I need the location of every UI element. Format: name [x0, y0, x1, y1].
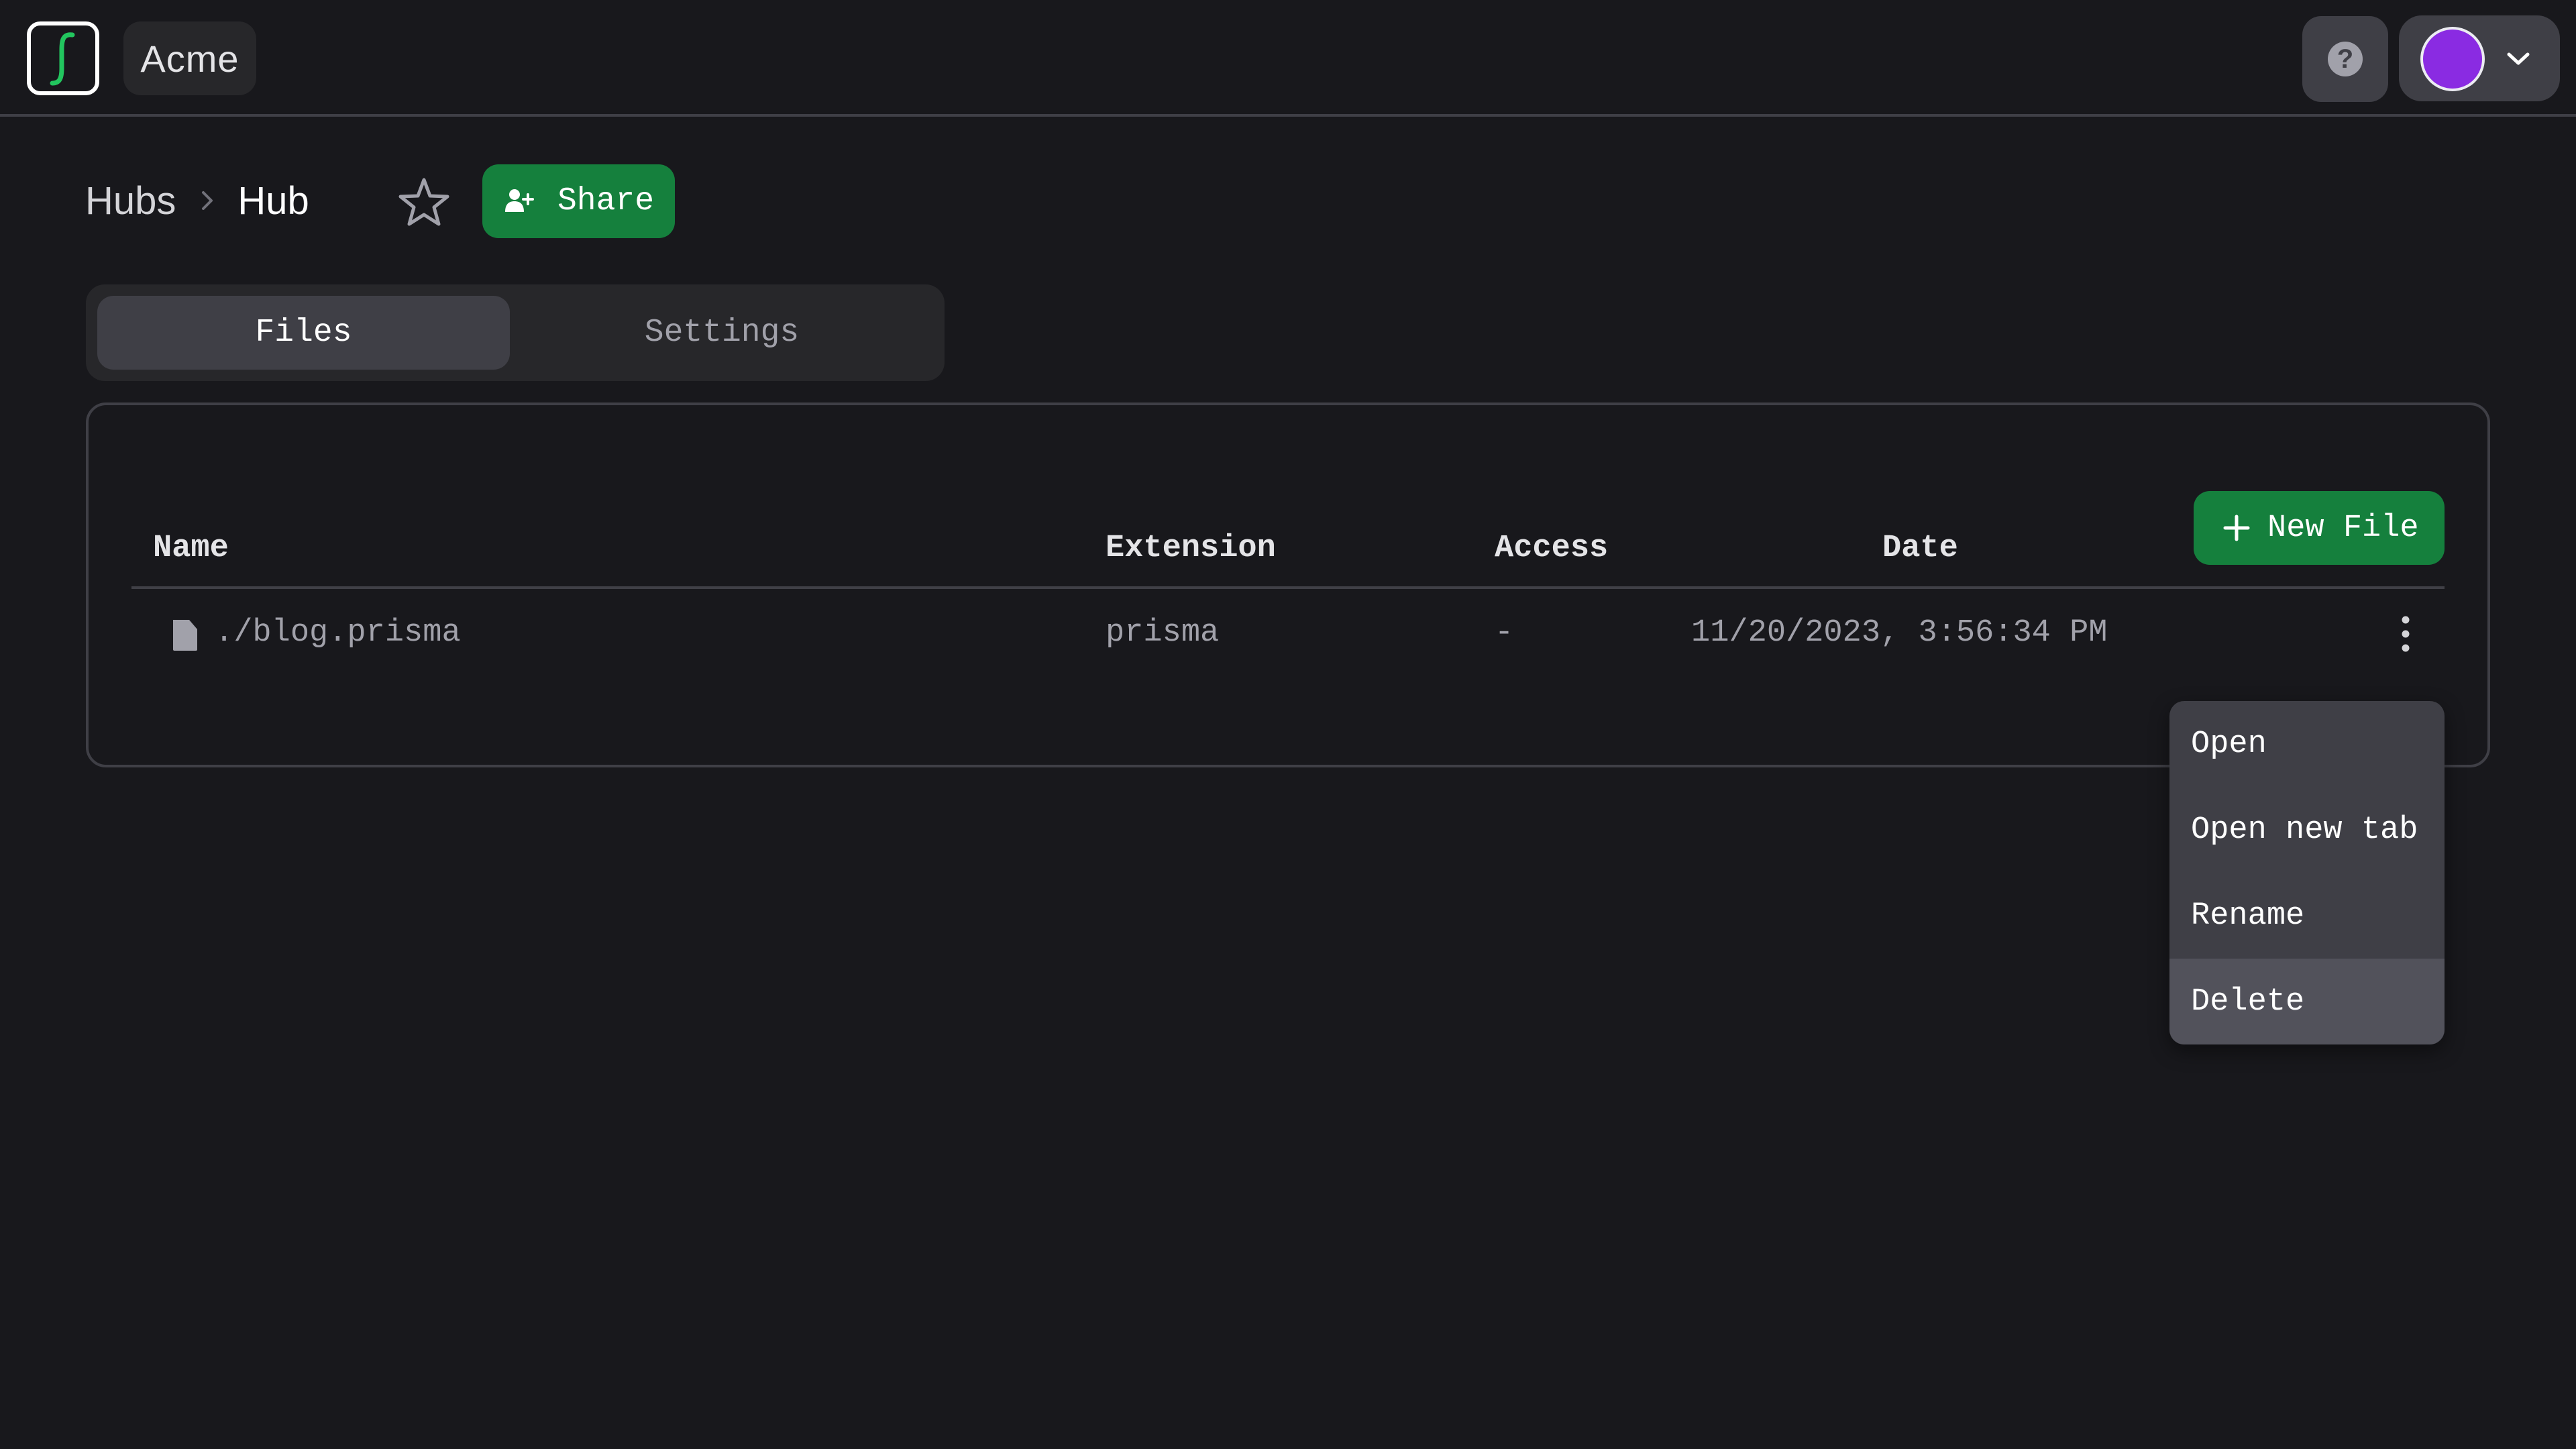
share-button-label: Share [557, 183, 655, 219]
files-table-card: Name Extension Access Date New File ./bl… [86, 402, 2490, 767]
share-button[interactable]: Share [482, 164, 675, 238]
column-header-extension: Extension [1106, 531, 1276, 566]
help-button[interactable]: ? [2302, 16, 2388, 102]
plus-icon [2223, 515, 2250, 541]
column-header-access: Access [1495, 531, 1609, 566]
menu-item-rename[interactable]: Rename [2169, 873, 2445, 959]
menu-item-delete[interactable]: Delete [2169, 959, 2445, 1044]
new-file-button[interactable]: New File [2194, 491, 2445, 565]
file-date: 11/20/2023, 3:56:34 PM [1691, 615, 2108, 651]
chevron-right-icon [200, 189, 215, 213]
account-menu-button[interactable] [2399, 15, 2560, 101]
row-context-menu: Open Open new tab Rename Delete [2169, 701, 2445, 1044]
tab-settings-label: Settings [644, 315, 800, 351]
file-extension: prisma [1106, 615, 1220, 651]
row-actions-button[interactable] [2385, 604, 2426, 664]
table-row[interactable]: ./blog.prisma prisma - 11/20/2023, 3:56:… [131, 589, 2445, 687]
avatar [2420, 27, 2485, 91]
new-file-button-label: New File [2267, 510, 2419, 546]
workspace-switcher[interactable]: Acme [123, 21, 256, 95]
file-icon [173, 620, 197, 651]
breadcrumb-hubs[interactable]: Hubs [85, 178, 176, 223]
tab-settings[interactable]: Settings [510, 296, 934, 370]
column-header-name: Name [153, 531, 229, 566]
tab-files-label: Files [255, 315, 352, 351]
chevron-down-icon [2507, 52, 2530, 65]
app-logo[interactable] [27, 21, 99, 95]
menu-item-open[interactable]: Open [2169, 701, 2445, 787]
tab-files[interactable]: Files [97, 296, 510, 370]
star-outline-icon[interactable] [397, 177, 451, 227]
file-access: - [1495, 615, 1514, 651]
column-header-date: Date [1882, 531, 1958, 566]
workspace-name: Acme [140, 37, 239, 80]
top-bar: Acme ? [0, 0, 2576, 117]
integral-logo-icon [50, 32, 75, 86]
user-plus-icon [505, 189, 534, 212]
breadcrumb-hub: Hub [237, 178, 309, 223]
kebab-menu-icon [2402, 616, 2410, 652]
file-name[interactable]: ./blog.prisma [215, 613, 461, 653]
menu-item-open-new-tab[interactable]: Open new tab [2169, 787, 2445, 873]
help-circle-icon: ? [2328, 42, 2363, 76]
breadcrumb: Hubs Hub [85, 176, 309, 225]
tab-bar: Files Settings [86, 284, 945, 381]
